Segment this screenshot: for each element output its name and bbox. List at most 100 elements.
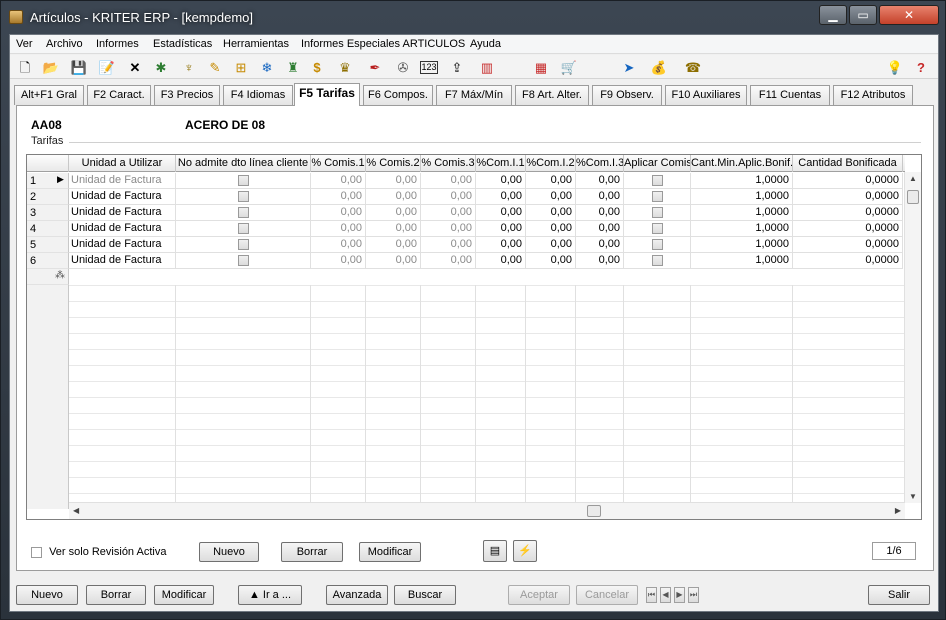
minimize-button[interactable]: ▁ — [819, 5, 847, 25]
cell-checkbox[interactable] — [176, 253, 311, 269]
row-selector[interactable]: 4 — [27, 221, 69, 237]
grid-cell-unidad[interactable]: Unidad de Factura — [69, 205, 176, 221]
checkbox[interactable] — [651, 239, 663, 251]
cell-checkbox[interactable] — [176, 205, 311, 221]
grid-cell-ci2[interactable]: 0,00 — [526, 189, 576, 205]
grid-cell-unidad[interactable]: Unidad de Factura — [69, 253, 176, 269]
grid-cell-c3[interactable]: 0,00 — [421, 221, 476, 237]
first-record-icon[interactable]: ⏮ — [646, 587, 657, 603]
grid-cell-c3[interactable]: 0,00 — [421, 237, 476, 253]
tab-tarifas[interactable]: F5 Tarifas — [294, 83, 360, 106]
cell-checkbox[interactable] — [624, 221, 691, 237]
aceptar-button[interactable]: Aceptar — [508, 585, 570, 605]
cell-checkbox[interactable] — [624, 173, 691, 189]
grid-cell-ci3[interactable]: 0,00 — [576, 189, 624, 205]
tab-caract[interactable]: F2 Caract. — [87, 85, 151, 105]
lightning-icon[interactable]: ⚡ — [513, 540, 537, 562]
delete-icon[interactable]: ✕ — [126, 58, 144, 76]
checkbox[interactable] — [237, 175, 249, 187]
menu-archivo[interactable]: Archivo — [46, 38, 83, 50]
grid-cell-ci2[interactable]: 0,00 — [526, 237, 576, 253]
grid-cell-ci3[interactable]: 0,00 — [576, 205, 624, 221]
grid-cell-cant[interactable]: 1,0000 — [691, 205, 793, 221]
grid-cell-c1[interactable]: 0,00 — [311, 173, 366, 189]
grid-cell-ci3[interactable]: 0,00 — [576, 237, 624, 253]
row-selector[interactable]: 2 — [27, 189, 69, 205]
grid-cell-bonif[interactable]: 0,0000 — [793, 173, 903, 189]
grid-cell-ci2[interactable]: 0,00 — [526, 173, 576, 189]
tab-atributos[interactable]: F12 Atributos — [833, 85, 913, 105]
grid-cell-ci2[interactable]: 0,00 — [526, 221, 576, 237]
row-selector[interactable]: 1 ▶ — [27, 173, 69, 189]
grid-cell-c3[interactable]: 0,00 — [421, 189, 476, 205]
menu-ver[interactable]: Ver — [16, 38, 33, 50]
grid-cell-ci3[interactable]: 0,00 — [576, 173, 624, 189]
scroll-down-icon[interactable]: ▼ — [909, 492, 917, 501]
modificar-button[interactable]: Modificar — [154, 585, 214, 605]
horizontal-scrollbar[interactable]: ◀ ▶ — [69, 502, 905, 519]
grid-cell-cant[interactable]: 1,0000 — [691, 237, 793, 253]
tab-compos[interactable]: F6 Compos. — [363, 85, 433, 105]
cancelar-button[interactable]: Cancelar — [576, 585, 638, 605]
new-icon[interactable]: 🗋 — [16, 58, 34, 76]
grid-cell-c2[interactable]: 0,00 — [366, 221, 421, 237]
cart-icon[interactable]: 🛒 — [560, 58, 578, 76]
help-icon[interactable]: ? — [912, 58, 930, 76]
scroll-left-icon[interactable]: ◀ — [73, 506, 79, 515]
open-folder-icon[interactable]: 📂 — [42, 58, 60, 76]
tool5-icon[interactable]: ❄ — [258, 58, 276, 76]
upload-icon[interactable]: ⇪ — [448, 58, 466, 76]
checkbox[interactable] — [651, 191, 663, 203]
checkbox[interactable] — [651, 255, 663, 267]
grid-cell-c1[interactable]: 0,00 — [311, 237, 366, 253]
row-selector[interactable]: 3 — [27, 205, 69, 221]
grid-cell-c2[interactable]: 0,00 — [366, 237, 421, 253]
tool1-icon[interactable]: ✱ — [152, 58, 170, 76]
grid-cell-ci2[interactable]: 0,00 — [526, 253, 576, 269]
ir-a-button[interactable]: ▲ Ir a ... — [238, 585, 302, 605]
cell-checkbox[interactable] — [624, 189, 691, 205]
tab-cuentas[interactable]: F11 Cuentas — [750, 85, 830, 105]
tool6-icon[interactable]: ♜ — [284, 58, 302, 76]
scroll-right-icon[interactable]: ▶ — [895, 506, 901, 515]
tab-precios[interactable]: F3 Precios — [154, 85, 220, 105]
revision-filter[interactable]: Ver solo Revisión Activa — [31, 546, 166, 559]
tab-max-min[interactable]: F7 Máx/Mín — [436, 85, 512, 105]
grid-cell-ci1[interactable]: 0,00 — [476, 221, 526, 237]
grid-cell-ci1[interactable]: 0,00 — [476, 205, 526, 221]
buscar-button[interactable]: Buscar — [394, 585, 456, 605]
last-record-icon[interactable]: ⏭ — [688, 587, 699, 603]
cell-checkbox[interactable] — [176, 173, 311, 189]
menu-estadisticas[interactable]: Estadísticas — [153, 38, 212, 50]
tool8-icon[interactable]: ✇ — [394, 58, 412, 76]
grid-cell-c2[interactable]: 0,00 — [366, 253, 421, 269]
new-row-selector[interactable]: ⁂ — [27, 269, 69, 285]
grid-view-icon[interactable]: ▤ — [483, 540, 507, 562]
col-comis2[interactable]: % Comis.2 — [366, 155, 421, 172]
checkbox[interactable] — [651, 223, 663, 235]
cell-checkbox[interactable] — [624, 253, 691, 269]
grid-cell-bonif[interactable]: 0,0000 — [793, 221, 903, 237]
col-comi3[interactable]: %Com.I.3 — [576, 155, 624, 172]
close-button[interactable]: ✕ — [879, 5, 939, 25]
bar-chart-icon[interactable]: ▥ — [478, 58, 496, 76]
vertical-scroll-thumb[interactable] — [907, 190, 919, 204]
maximize-button[interactable]: ▭ — [849, 5, 877, 25]
stamp-icon[interactable]: ♛ — [336, 58, 354, 76]
row-selector[interactable]: 6 — [27, 253, 69, 269]
grid-cell-cant[interactable]: 1,0000 — [691, 221, 793, 237]
checkbox[interactable] — [237, 239, 249, 251]
checkbox[interactable] — [651, 207, 663, 219]
checkbox[interactable] — [237, 207, 249, 219]
grid-modificar-button[interactable]: Modificar — [359, 542, 421, 562]
grid-cell-bonif[interactable]: 0,0000 — [793, 237, 903, 253]
col-aplicar-comis[interactable]: Aplicar Comis. — [624, 155, 691, 172]
next-record-icon[interactable]: ▶ — [674, 587, 685, 603]
tarifas-grid[interactable]: Unidad a Utilizar No admite dto línea cl… — [26, 154, 922, 520]
grid-cell-cant[interactable]: 1,0000 — [691, 253, 793, 269]
horizontal-scroll-thumb[interactable] — [587, 505, 601, 517]
grid-cell-unidad[interactable]: Unidad de Factura — [69, 237, 176, 253]
nuevo-button[interactable]: Nuevo — [16, 585, 78, 605]
grid-borrar-button[interactable]: Borrar — [281, 542, 343, 562]
grid-cell-ci3[interactable]: 0,00 — [576, 221, 624, 237]
